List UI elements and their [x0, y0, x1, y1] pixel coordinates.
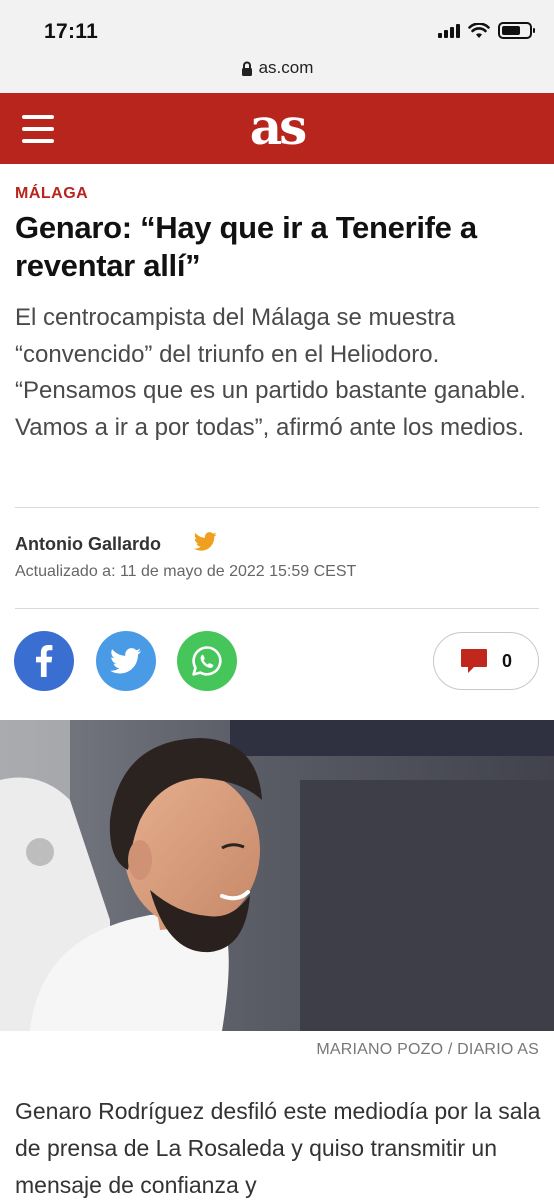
photo-credit: MARIANO POZO / DIARIO AS: [316, 1041, 539, 1058]
browser-chrome: 17:11 as.com: [0, 0, 554, 93]
divider: [15, 507, 539, 508]
photo-illustration: [0, 720, 554, 1031]
twitter-icon: [110, 648, 142, 674]
article-subtitle: El centrocampista del Málaga se muestra …: [15, 304, 527, 441]
comments-count: 0: [501, 650, 512, 671]
author-name[interactable]: Antonio Gallardo: [15, 534, 161, 555]
share-twitter-button[interactable]: [96, 631, 156, 691]
status-time: 17:11: [44, 20, 99, 43]
article-photo: [0, 720, 554, 1031]
battery-icon: [498, 22, 535, 39]
whatsapp-icon: [192, 646, 222, 676]
url-bar[interactable]: as.com: [0, 58, 554, 78]
url-text: as.com: [258, 58, 314, 77]
section-tag[interactable]: MÁLAGA: [15, 185, 88, 203]
wifi-icon: [468, 22, 490, 38]
status-icons: [438, 22, 535, 39]
site-logo[interactable]: as: [0, 99, 554, 155]
share-facebook-button[interactable]: [14, 631, 74, 691]
divider: [15, 608, 539, 609]
comments-button[interactable]: 0: [433, 632, 539, 690]
article-headline: Genaro: “Hay que ir a Tenerife a reventa…: [15, 210, 477, 283]
comment-bubble-icon: [460, 649, 487, 673]
lock-icon: [241, 61, 252, 77]
site-header: as: [0, 93, 554, 164]
twitter-icon[interactable]: [194, 532, 217, 551]
updated-timestamp: Actualizado a: 11 de mayo de 2022 15:59 …: [15, 563, 357, 580]
cellular-signal-icon: [438, 23, 460, 38]
article-body: Genaro Rodríguez desfiló este mediodía p…: [15, 1098, 541, 1198]
share-whatsapp-button[interactable]: [177, 631, 237, 691]
facebook-icon: [36, 645, 53, 677]
